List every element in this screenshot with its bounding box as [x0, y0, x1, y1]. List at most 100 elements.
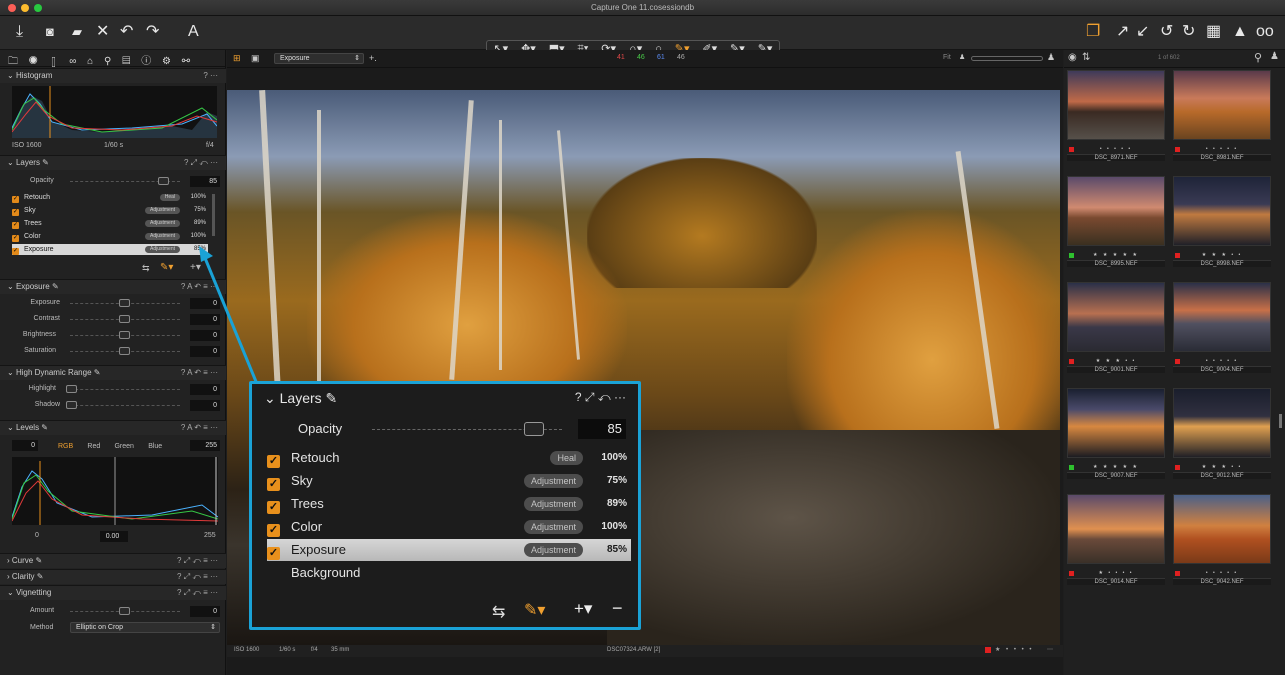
rotate-left-icon[interactable]: ↺ [1160, 23, 1173, 41]
adjustment-slider-knob[interactable] [66, 385, 77, 393]
layer-adjust-icon[interactable]: ⇆ [142, 263, 150, 274]
curve-header[interactable]: › Curve ✎? ⤢ ↶ ≡ ··· [0, 553, 226, 568]
channel-blue[interactable]: Blue [148, 443, 162, 450]
thumbnail-image[interactable] [1173, 282, 1271, 352]
rating-stars[interactable]: ★ • • • • [995, 646, 1033, 653]
color-tag[interactable] [1069, 147, 1074, 152]
popup-opacity-value[interactable]: 85 [578, 419, 626, 439]
popup-layer-checkbox[interactable]: ✓ [267, 478, 280, 491]
camera-icon[interactable]: ◙ [46, 23, 54, 41]
opacity-value[interactable]: 85 [190, 176, 220, 187]
user-icon[interactable]: ♟ [1270, 51, 1279, 62]
layers-header[interactable]: ⌄ Layers ✎? ⤢ ↶ ··· [0, 155, 226, 170]
adjustment-slider-knob[interactable] [119, 347, 130, 355]
thumbnail-rating[interactable]: ★ ★ ★ ★ ★ [1067, 252, 1165, 260]
layer-brush-icon[interactable]: ✎▾ [160, 262, 173, 273]
single-view-icon[interactable]: ▣ [251, 53, 260, 64]
layer-row[interactable]: ✓ Retouch Heal 100% [12, 192, 208, 203]
rotate-right-icon[interactable]: ↻ [1182, 23, 1195, 41]
histogram-header[interactable]: ⌄ Histogram? ··· [0, 68, 226, 83]
popup-layer-checkbox[interactable]: ✓ [267, 547, 280, 560]
thumbnail-rating[interactable]: • • • • • [1173, 358, 1271, 366]
import-icon[interactable]: ⤓ [16, 23, 23, 41]
popup-layer-row[interactable]: ✓ Sky Adjustment 75% [267, 470, 631, 492]
undo-icon[interactable]: ↶ [120, 23, 133, 41]
color-tag[interactable] [1069, 359, 1074, 364]
color-tag[interactable] [1175, 253, 1180, 258]
thumbnail-rating[interactable]: • • • • • [1173, 570, 1271, 578]
layers-scrollbar[interactable] [212, 194, 215, 236]
amount-slider-knob[interactable] [119, 607, 130, 615]
adjustment-slider[interactable] [70, 405, 180, 406]
channel-green[interactable]: Green [114, 443, 133, 450]
stack-icon[interactable]: ❐ [1086, 23, 1100, 41]
sort-icon[interactable]: ⇅ [1082, 52, 1090, 63]
thumbnail-rating[interactable]: ★ ★ ★ • • [1067, 358, 1165, 366]
hdr-header[interactable]: ⌄ High Dynamic Range ✎? A ↶ ≡ ··· [0, 365, 226, 380]
popup-layer-row[interactable]: Background [267, 562, 631, 584]
thumbnail-image[interactable] [1173, 388, 1271, 458]
layer-row[interactable]: ✓ Trees Adjustment 89% [12, 218, 208, 229]
opacity-slider-knob[interactable] [158, 177, 169, 185]
popup-add-layer-icon[interactable]: +▾ [574, 599, 592, 619]
method-select[interactable]: Elliptic on Crop ⇕ [70, 622, 220, 633]
eye-icon[interactable]: ◉ [1068, 52, 1077, 63]
grid-view-icon[interactable]: ⊞ [233, 53, 241, 64]
popup-layer-row[interactable]: ✓ Exposure Adjustment 85% [267, 539, 631, 561]
add-preset-icon[interactable]: +. [369, 53, 377, 63]
channel-rgb[interactable]: RGB [58, 443, 73, 450]
viewer-menu-icon[interactable]: ⋯ [1047, 646, 1053, 653]
popup-layer-checkbox[interactable]: ✓ [267, 501, 280, 514]
popup-header-icons[interactable]: ? ⤢ ↶ ··· [575, 390, 626, 405]
levels-header[interactable]: ⌄ Levels ✎? A ↶ ≡ ··· [0, 420, 226, 435]
warning-icon[interactable]: ▲ [1232, 23, 1248, 41]
levels-graph[interactable] [11, 457, 219, 525]
person-large-icon[interactable]: ♟ [1047, 52, 1055, 63]
redo-icon[interactable]: ↷ [146, 23, 159, 41]
close-icon[interactable]: ✕ [96, 23, 109, 41]
adjustment-slider[interactable] [70, 389, 180, 390]
levels-high-input[interactable]: 255 [190, 440, 220, 451]
layer-row[interactable]: ✓ Sky Adjustment 75% [12, 205, 208, 216]
popup-layer-row[interactable]: ✓ Color Adjustment 100% [267, 516, 631, 538]
color-tag[interactable] [1069, 465, 1074, 470]
thumbnail-rating[interactable]: • • • • • [1067, 146, 1165, 154]
vignetting-header[interactable]: ⌄ Vignetting? ⤢ ↶ ≡ ··· [0, 585, 226, 600]
layer-row[interactable]: ✓ExposureAdjustment85% [12, 244, 208, 255]
layer-checkbox[interactable]: ✓ [12, 235, 19, 242]
color-tag[interactable] [1175, 359, 1180, 364]
thumbnail-rating[interactable]: ★ ★ ★ • • [1173, 464, 1271, 472]
folder-icon[interactable]: ▰ [72, 23, 82, 41]
color-tag[interactable] [1175, 465, 1180, 470]
collapse-icon[interactable]: ↙ [1136, 23, 1149, 41]
levels-low-input[interactable]: 0 [12, 440, 38, 451]
thumbnail-image[interactable] [1173, 494, 1271, 564]
exposure-header[interactable]: ⌄ Exposure ✎? A ↶ ≡ ··· [0, 279, 226, 294]
layer-row[interactable]: ✓ Color Adjustment 100% [12, 231, 208, 242]
popup-remove-layer-icon[interactable]: − [612, 598, 623, 619]
layer-checkbox[interactable]: ✓ [12, 196, 19, 203]
levels-midpoint[interactable]: 0.00 [100, 531, 128, 542]
tool-tabs[interactable]: 🗀 ◉ ▯ ∞ ⌂ ⚲ ▤ ⓘ ⚙ ⚯ [0, 50, 225, 67]
thumbnail-rating[interactable]: ★ • • • • [1067, 570, 1165, 578]
thumbnail-image[interactable] [1067, 388, 1165, 458]
layer-checkbox[interactable]: ✓ [12, 222, 19, 229]
thumbnail-image[interactable] [1173, 176, 1271, 246]
popup-layer-checkbox[interactable]: ✓ [267, 455, 280, 468]
browser-scrollbar[interactable] [1279, 414, 1282, 428]
thumbnail-image[interactable] [1067, 282, 1165, 352]
thumbnail-image[interactable] [1173, 70, 1271, 140]
popup-brush-icon[interactable]: ✎▾ [524, 600, 545, 620]
adjustment-slider-knob[interactable] [119, 299, 130, 307]
thumbnail-image[interactable] [1067, 494, 1165, 564]
layer-checkbox[interactable]: ✓ [12, 209, 19, 216]
color-tag[interactable] [1069, 571, 1074, 576]
adjustment-slider-knob[interactable] [119, 315, 130, 323]
amount-value[interactable]: 0 [190, 606, 220, 617]
person-icon[interactable]: ♟ [959, 53, 965, 61]
thumbnail-rating[interactable]: ★ ★ ★ • • [1173, 252, 1271, 260]
clarity-header[interactable]: › Clarity ✎? ⤢ ↶ ≡ ··· [0, 569, 226, 584]
popup-opacity-knob[interactable] [523, 422, 544, 436]
thumbnail-image[interactable] [1067, 70, 1165, 140]
expand-icon[interactable]: ↗ [1116, 23, 1129, 41]
